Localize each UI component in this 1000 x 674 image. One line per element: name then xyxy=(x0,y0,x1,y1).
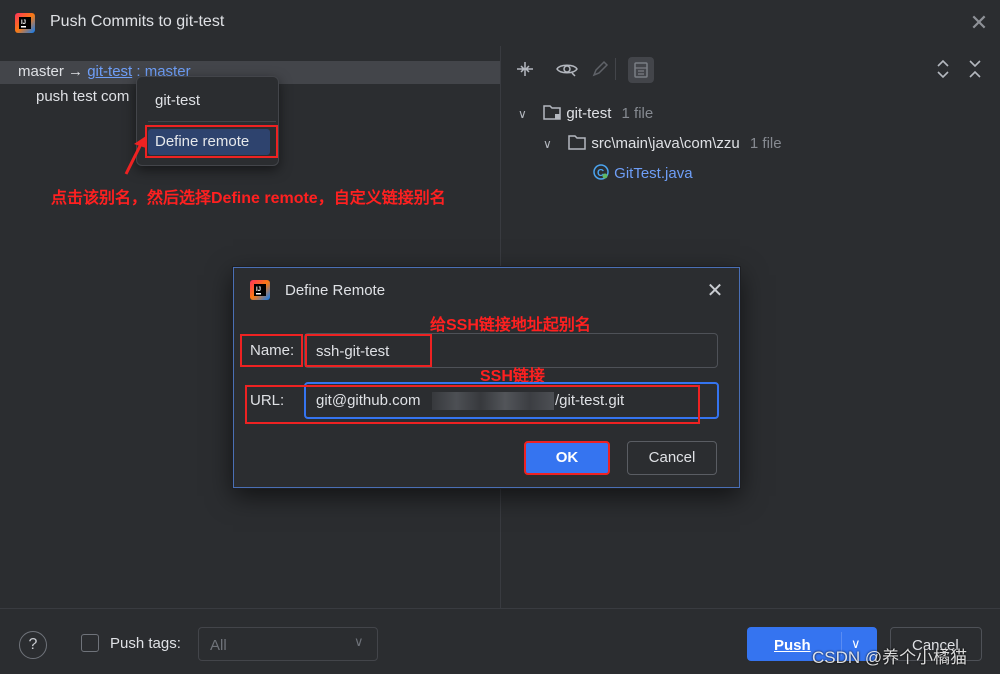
expand-all-icon[interactable] xyxy=(932,58,954,80)
close-window-icon[interactable]: ✕ xyxy=(966,10,992,36)
bottom-divider xyxy=(0,608,1000,609)
tags-dropdown[interactable]: All xyxy=(198,627,378,661)
intellij-logo-icon: IJ xyxy=(14,12,36,34)
chevron-down-icon[interactable]: ∨ xyxy=(518,107,538,121)
annotation-name-hint: 给SSH链接地址起别名 xyxy=(430,317,591,334)
push-button-label[interactable]: Push xyxy=(774,637,811,654)
remote-alias-link[interactable]: git-test xyxy=(87,63,132,80)
push-tags-checkbox[interactable] xyxy=(81,634,99,652)
tree-dir-count: 1 file xyxy=(749,135,782,152)
tree-dir-node[interactable]: ∨ src\main\java\com\zzu 1 file xyxy=(543,133,782,152)
folder-icon xyxy=(542,103,562,121)
local-branch: master xyxy=(18,63,64,80)
intellij-logo-icon: IJ xyxy=(249,279,271,301)
chevron-down-icon: ∨ xyxy=(354,634,364,649)
annotation-box-define-remote xyxy=(145,125,278,158)
eye-icon[interactable] xyxy=(556,58,578,80)
help-button[interactable]: ? xyxy=(19,631,47,659)
svg-text:IJ: IJ xyxy=(256,287,261,293)
tree-root-count: 1 file xyxy=(621,105,654,122)
tree-file-name: GitTest.java xyxy=(614,165,693,182)
pencil-icon[interactable] xyxy=(589,58,611,80)
annotation-box-name-value xyxy=(305,334,432,367)
commit-item[interactable]: push test com xyxy=(36,88,129,105)
watermark: CSDN @养个小橘猫 xyxy=(812,648,968,667)
annotation-arrow-icon xyxy=(124,136,146,175)
java-class-icon: C xyxy=(592,163,610,181)
tree-file-node[interactable]: C GitTest.java xyxy=(592,163,693,182)
tree-dir-name: src\main\java\com\zzu xyxy=(591,135,740,152)
annotation-step1: 点击该别名，然后选择Define remote，自定义链接别名 xyxy=(51,190,446,207)
tree-root-name: git-test xyxy=(566,105,612,122)
annotation-box-name-label xyxy=(240,334,303,367)
window-title: Push Commits to git-test xyxy=(50,13,225,30)
ok-button[interactable]: OK xyxy=(524,441,610,475)
popup-divider xyxy=(148,121,276,122)
dialog-close-icon[interactable]: ✕ xyxy=(704,280,726,302)
popup-item-git-test[interactable]: git-test xyxy=(155,92,200,109)
tree-root-node[interactable]: ∨ git-test 1 file xyxy=(518,103,653,122)
dialog-cancel-button[interactable]: Cancel xyxy=(627,441,717,475)
chevron-down-icon[interactable]: ∨ xyxy=(543,137,563,151)
dialog-title: Define Remote xyxy=(285,282,386,299)
push-tags-label: Push tags: xyxy=(110,635,181,652)
annotation-box-url xyxy=(245,385,700,424)
collapse-all-icon[interactable] xyxy=(964,58,986,80)
svg-text:IJ: IJ xyxy=(21,20,26,26)
toolbar-separator xyxy=(615,58,616,80)
arrow-icon: → xyxy=(68,63,84,80)
folder-icon xyxy=(567,133,587,151)
collapse-arrows-icon[interactable] xyxy=(514,58,536,80)
group-by-icon[interactable] xyxy=(628,57,654,83)
